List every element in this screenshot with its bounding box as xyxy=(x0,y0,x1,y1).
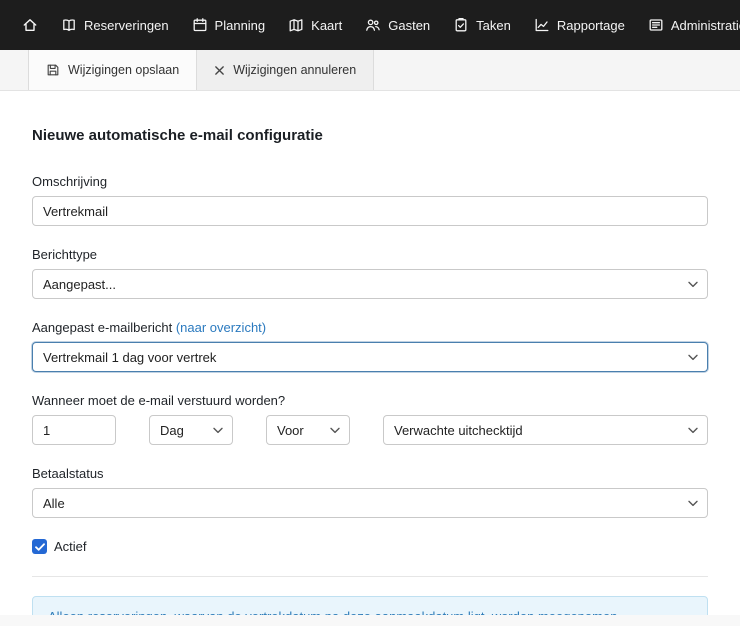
custom-email-label-text: Aangepast e-mailbericht xyxy=(32,320,176,335)
nav-item-planning[interactable]: Planning xyxy=(192,17,266,33)
nav-item-label: Planning xyxy=(215,18,266,33)
custom-email-overview-link[interactable]: (naar overzicht) xyxy=(176,320,266,335)
calendar-icon xyxy=(192,17,208,33)
newspaper-icon xyxy=(648,17,664,33)
custom-email-label: Aangepast e-mailbericht (naar overzicht) xyxy=(32,320,708,335)
field-schedule: Wanneer moet de e-mail verstuurd worden?… xyxy=(32,393,708,445)
book-icon xyxy=(61,17,77,33)
schedule-unit-select[interactable]: Dag xyxy=(149,415,233,445)
nav-item-home[interactable] xyxy=(22,17,38,33)
field-description: Omschrijving xyxy=(32,174,708,226)
message-type-label: Berichttype xyxy=(32,247,708,262)
nav-item-label: Administratie xyxy=(671,18,740,33)
payment-status-label: Betaalstatus xyxy=(32,466,708,481)
nav-item-gasten[interactable]: Gasten xyxy=(365,17,430,33)
custom-email-select[interactable]: Vertrekmail 1 dag voor vertrek xyxy=(32,342,708,372)
save-changes-button[interactable]: Wijzigingen opslaan xyxy=(28,50,197,90)
footer-strip xyxy=(0,615,740,626)
nav-item-reserveringen[interactable]: Reserveringen xyxy=(61,17,169,33)
description-input[interactable] xyxy=(32,196,708,226)
top-navigation: Reserveringen Planning Kaart Gasten Take… xyxy=(0,0,740,50)
divider xyxy=(32,576,708,577)
cancel-changes-button[interactable]: Wijzigingen annuleren xyxy=(197,50,374,90)
field-message-type: Berichttype Aangepast... xyxy=(32,247,708,299)
home-icon xyxy=(22,17,38,33)
message-type-select-wrap: Aangepast... xyxy=(32,269,708,299)
nav-item-label: Rapportage xyxy=(557,18,625,33)
nav-item-kaart[interactable]: Kaart xyxy=(288,17,342,33)
main-content: Nieuwe automatische e-mail configuratie … xyxy=(0,91,740,626)
chart-icon xyxy=(534,17,550,33)
nav-item-label: Kaart xyxy=(311,18,342,33)
schedule-direction-select[interactable]: Voor xyxy=(266,415,350,445)
schedule-amount-input[interactable] xyxy=(32,415,116,445)
schedule-reference-select-wrap: Verwachte uitchecktijd xyxy=(383,415,708,445)
nav-item-label: Gasten xyxy=(388,18,430,33)
nav-item-label: Reserveringen xyxy=(84,18,169,33)
close-icon xyxy=(214,65,225,76)
nav-item-administratie[interactable]: Administratie xyxy=(648,17,740,33)
schedule-direction-select-wrap: Voor xyxy=(266,415,350,445)
payment-status-select-wrap: Alle xyxy=(32,488,708,518)
description-label: Omschrijving xyxy=(32,174,708,189)
nav-item-label: Taken xyxy=(476,18,511,33)
message-type-select[interactable]: Aangepast... xyxy=(32,269,708,299)
save-icon xyxy=(46,63,60,77)
active-checkbox-label: Actief xyxy=(54,539,87,554)
active-checkbox[interactable] xyxy=(32,539,47,554)
schedule-row: Dag Voor Verwachte uitchecktijd xyxy=(32,415,708,445)
field-custom-email: Aangepast e-mailbericht (naar overzicht)… xyxy=(32,320,708,372)
nav-item-taken[interactable]: Taken xyxy=(453,17,511,33)
schedule-label: Wanneer moet de e-mail verstuurd worden? xyxy=(32,393,708,408)
custom-email-select-wrap: Vertrekmail 1 dag voor vertrek xyxy=(32,342,708,372)
schedule-reference-select[interactable]: Verwachte uitchecktijd xyxy=(383,415,708,445)
map-icon xyxy=(288,17,304,33)
cancel-changes-label: Wijzigingen annuleren xyxy=(233,63,356,77)
active-checkbox-row[interactable]: Actief xyxy=(32,539,708,554)
actions-toolbar: Wijzigingen opslaan Wijzigingen annulere… xyxy=(0,50,740,91)
field-payment-status: Betaalstatus Alle xyxy=(32,466,708,518)
users-icon xyxy=(365,17,381,33)
save-changes-label: Wijzigingen opslaan xyxy=(68,63,179,77)
nav-item-rapportage[interactable]: Rapportage xyxy=(534,17,625,33)
schedule-unit-select-wrap: Dag xyxy=(149,415,233,445)
page-title: Nieuwe automatische e-mail configuratie xyxy=(32,127,708,144)
payment-status-select[interactable]: Alle xyxy=(32,488,708,518)
clipboard-icon xyxy=(453,17,469,33)
